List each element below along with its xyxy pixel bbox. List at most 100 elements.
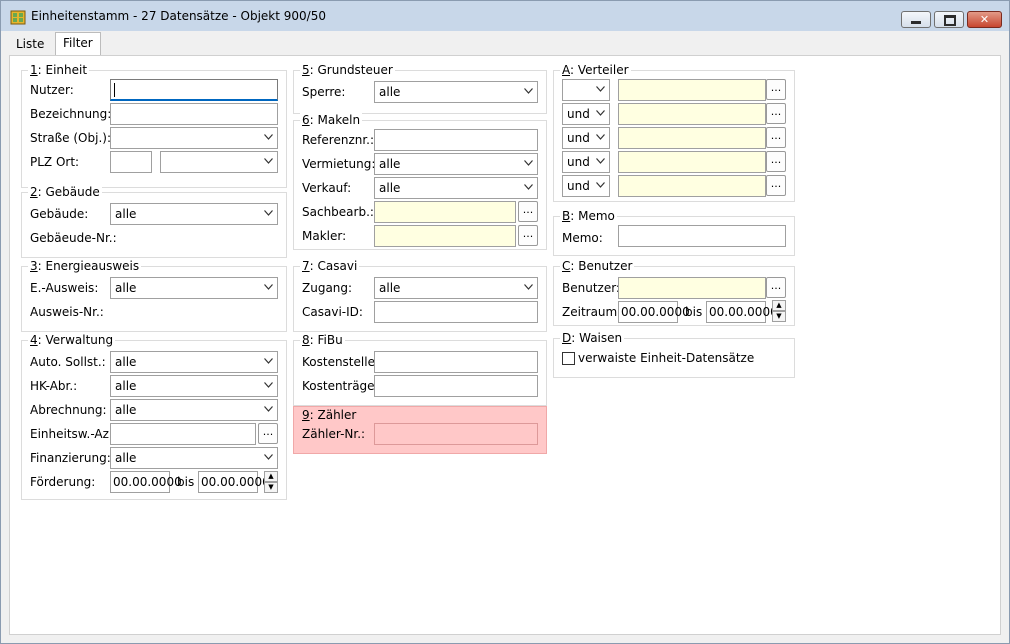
verteiler-op-select-1[interactable] — [562, 79, 610, 101]
vermietung-label: Vermietung: — [302, 157, 376, 171]
verwaiste-checkbox-label[interactable]: verwaiste Einheit-Datensätze — [578, 351, 754, 365]
einheitsw-az-label: Einheitsw.-Az: — [30, 427, 113, 441]
sachbearb-browse-button[interactable]: ... — [518, 201, 538, 222]
verteiler-browse-button-3[interactable]: ... — [766, 127, 786, 148]
foerderung-to-input[interactable]: 00.00.0000 — [198, 471, 270, 493]
verteiler-browse-button-1[interactable]: ... — [766, 79, 786, 100]
chevron-down-icon — [596, 134, 605, 140]
benutzer-label: Benutzer: — [562, 281, 620, 295]
verteiler-value-input-5[interactable] — [618, 175, 766, 197]
einheitsw-browse-button[interactable]: ... — [258, 423, 278, 444]
sperre-select[interactable]: alle — [374, 81, 538, 103]
verkauf-select[interactable]: alle — [374, 177, 538, 199]
verwaiste-checkbox[interactable] — [562, 352, 575, 365]
foerderung-label: Förderung: — [30, 475, 96, 489]
nutzer-input[interactable] — [110, 79, 278, 101]
finanzierung-select[interactable]: alle — [110, 447, 278, 469]
zugang-select[interactable]: alle — [374, 277, 538, 299]
zeitraum-from-input[interactable]: 00.00.0000 — [618, 301, 690, 323]
auto-sollst-select[interactable]: alle — [110, 351, 278, 373]
makler-input[interactable] — [374, 225, 516, 247]
kostenstelle-label: Kostenstelle: — [302, 355, 379, 369]
close-button[interactable]: ✕ — [967, 11, 1002, 28]
chevron-down-icon — [596, 182, 605, 188]
chevron-down-icon — [596, 110, 605, 116]
foerderung-from-input[interactable]: 00.00.0000 — [110, 471, 182, 493]
group-waisen: D: Waisen verwaiste Einheit-Datensätze — [553, 331, 795, 378]
benutzer-input[interactable] — [618, 277, 766, 299]
makler-browse-button[interactable]: ... — [518, 225, 538, 246]
zaehler-nr-label: Zähler-Nr.: — [302, 427, 366, 441]
plz-ort-label: PLZ Ort: — [30, 155, 80, 169]
chevron-down-icon — [264, 382, 273, 388]
referenznr-input[interactable] — [374, 129, 538, 151]
bezeichnung-input[interactable] — [110, 103, 278, 125]
verteiler-value-input-2[interactable] — [618, 103, 766, 125]
minimize-icon — [911, 21, 921, 24]
chevron-down-icon — [596, 158, 605, 164]
zeitraum-to-input[interactable]: 00.00.0000 — [706, 301, 778, 323]
group-benutzer: C: Benutzer Benutzer: ... Zeitraum: 00.0… — [553, 259, 795, 326]
sachbearb-input[interactable] — [374, 201, 516, 223]
einheitsw-az-input[interactable] — [110, 423, 256, 445]
group-title-casavi: 7: Casavi — [300, 259, 360, 273]
window: Einheitenstamm - 27 Datensätze - Objekt … — [0, 0, 1010, 644]
verteiler-browse-button-5[interactable]: ... — [766, 175, 786, 196]
chevron-down-icon — [264, 158, 273, 164]
verteiler-value-input-4[interactable] — [618, 151, 766, 173]
kostenstelle-input[interactable] — [374, 351, 538, 373]
e-ausweis-label: E.-Ausweis: — [30, 281, 99, 295]
e-ausweis-select[interactable]: alle — [110, 277, 278, 299]
verteiler-op-select-4[interactable]: und — [562, 151, 610, 173]
strasse-select[interactable] — [110, 127, 278, 149]
zaehler-nr-input[interactable] — [374, 423, 538, 445]
casavi-id-input[interactable] — [374, 301, 538, 323]
group-verwaltung: 4: Verwaltung Auto. Sollst.: alle HK-Abr… — [21, 333, 287, 500]
auto-sollst-label: Auto. Sollst.: — [30, 355, 106, 369]
filter-panel: 1: Einheit Nutzer: Bezeichnung: Straße (… — [9, 55, 1001, 635]
maximize-icon — [944, 15, 956, 26]
gebaeude-select[interactable]: alle — [110, 203, 278, 225]
sperre-label: Sperre: — [302, 85, 346, 99]
abrechnung-label: Abrechnung: — [30, 403, 107, 417]
kostentraeger-input[interactable] — [374, 375, 538, 397]
foerderung-spinner[interactable]: ▲ ▼ — [264, 471, 278, 493]
tab-filter[interactable]: Filter — [55, 32, 101, 57]
verteiler-value-input-3[interactable] — [618, 127, 766, 149]
minimize-button[interactable] — [901, 11, 931, 28]
finanzierung-label: Finanzierung: — [30, 451, 111, 465]
ort-select[interactable] — [160, 151, 278, 173]
verteiler-op-select-2[interactable]: und — [562, 103, 610, 125]
tab-liste[interactable]: Liste — [9, 34, 51, 55]
group-title-grundsteuer: 5: Grundsteuer — [300, 63, 395, 77]
title-bar[interactable]: Einheitenstamm - 27 Datensätze - Objekt … — [1, 1, 1009, 31]
group-title-memo: B: Memo — [560, 209, 617, 223]
zeitraum-spinner[interactable]: ▲ ▼ — [772, 300, 786, 322]
sachbearb-label: Sachbearb.: — [302, 205, 374, 219]
spin-up-icon[interactable]: ▲ — [264, 471, 278, 482]
verteiler-browse-button-2[interactable]: ... — [766, 103, 786, 124]
chevron-down-icon — [264, 454, 273, 460]
verteiler-op-select-5[interactable]: und — [562, 175, 610, 197]
verteiler-op-select-3[interactable]: und — [562, 127, 610, 149]
group-fibu: 8: FiBu Kostenstelle: Kostenträger: — [293, 333, 547, 406]
group-einheit: 1: Einheit Nutzer: Bezeichnung: Straße (… — [21, 63, 287, 188]
group-grundsteuer: 5: Grundsteuer Sperre: alle — [293, 63, 547, 114]
makler-label: Makler: — [302, 229, 347, 243]
abrechnung-select[interactable]: alle — [110, 399, 278, 421]
memo-input[interactable] — [618, 225, 786, 247]
verteiler-browse-button-4[interactable]: ... — [766, 151, 786, 172]
group-casavi: 7: Casavi Zugang: alle Casavi-ID: — [293, 259, 547, 332]
chevron-down-icon — [596, 86, 605, 92]
text-cursor — [114, 83, 115, 97]
benutzer-browse-button[interactable]: ... — [766, 277, 786, 298]
spin-down-icon[interactable]: ▼ — [264, 482, 278, 493]
verteiler-value-input-1[interactable] — [618, 79, 766, 101]
group-title-zaehler: 9: Zähler — [300, 408, 359, 422]
spin-up-icon[interactable]: ▲ — [772, 300, 786, 311]
hk-abr-select[interactable]: alle — [110, 375, 278, 397]
spin-down-icon[interactable]: ▼ — [772, 311, 786, 322]
plz-input[interactable] — [110, 151, 152, 173]
vermietung-select[interactable]: alle — [374, 153, 538, 175]
maximize-button[interactable] — [934, 11, 964, 28]
